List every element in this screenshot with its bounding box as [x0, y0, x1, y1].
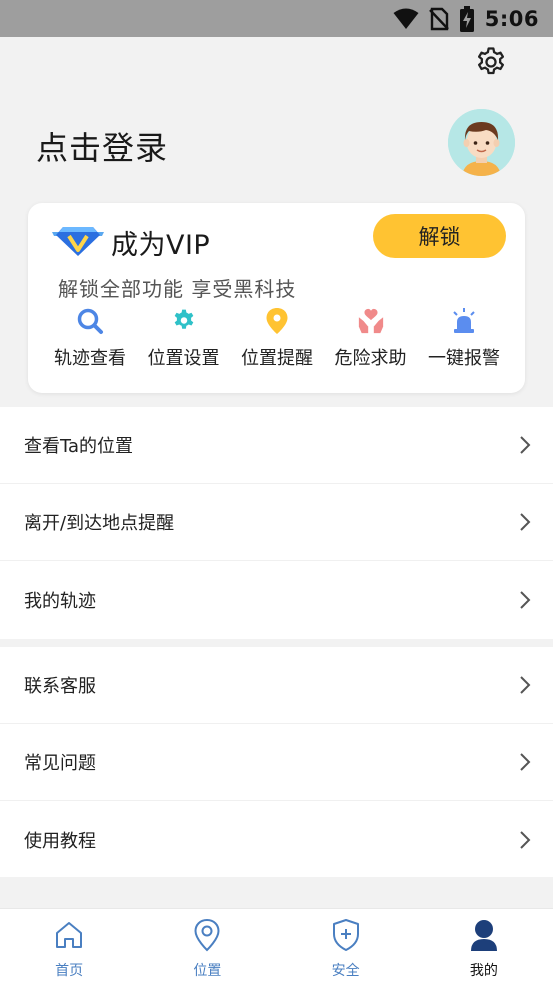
gear-icon [477, 47, 505, 75]
menu-item-label: 联系客服 [24, 676, 96, 697]
status-icons: 5:06 [393, 6, 539, 32]
menu-group-location: 查看Ta的位置 离开/到达地点提醒 我的轨迹 [0, 407, 553, 639]
vip-card: 成为VIP 解锁 解锁全部功能 享受黑科技 轨迹查看 位置设置 位置提醒 危险求… [28, 203, 525, 393]
feature-location-reminder[interactable]: 位置提醒 [233, 307, 321, 370]
tab-label: 首页 [55, 963, 84, 979]
home-icon [56, 922, 83, 948]
tab-label: 安全 [331, 963, 360, 979]
settings-button[interactable] [472, 43, 510, 81]
vip-title: 成为VIP [111, 230, 211, 261]
alarm-light-icon [453, 308, 475, 333]
menu-item-label: 离开/到达地点提醒 [24, 513, 175, 534]
menu-item-label: 查看Ta的位置 [24, 436, 134, 457]
menu-group-support: 联系客服 常见问题 使用教程 [0, 647, 553, 877]
menu-item-faq[interactable]: 常见问题 [0, 724, 553, 801]
chevron-right-icon [520, 830, 531, 849]
menu-item-label: 我的轨迹 [24, 590, 96, 612]
chevron-right-icon [520, 436, 531, 454]
vip-badge-icon [52, 227, 104, 256]
feature-one-key-alarm[interactable]: 一键报警 [420, 307, 508, 370]
bottom-tab-bar: 首页 位置 安全 我的 [0, 908, 553, 983]
person-icon [470, 920, 497, 951]
unlock-button[interactable]: 解锁 [373, 214, 506, 258]
login-prompt[interactable]: 点击登录 [36, 123, 168, 169]
chevron-right-icon [520, 590, 531, 609]
feature-label: 轨迹查看 [54, 348, 126, 369]
no-sim-icon [428, 7, 449, 31]
feature-label: 危险求助 [334, 348, 407, 369]
vip-subtitle: 解锁全部功能 享受黑科技 [58, 277, 297, 301]
status-bar: 5:06 [0, 0, 553, 37]
feature-label: 位置提醒 [241, 348, 313, 369]
avatar-boy-icon [448, 109, 515, 176]
menu-item-tutorial[interactable]: 使用教程 [0, 801, 553, 878]
feature-label: 一键报警 [428, 348, 500, 369]
avatar[interactable] [448, 109, 515, 176]
battery-charging-icon [459, 6, 474, 32]
chevron-right-icon [520, 753, 531, 771]
tab-safety[interactable]: 安全 [277, 909, 415, 983]
tab-label: 我的 [469, 963, 498, 979]
feature-track-view[interactable]: 轨迹查看 [46, 307, 134, 370]
menu-item-label: 常见问题 [24, 753, 96, 774]
gear-icon [174, 309, 193, 329]
tab-label: 位置 [193, 963, 222, 979]
help-hands-icon [358, 308, 383, 334]
feature-label: 位置设置 [147, 348, 220, 369]
menu-item-view-ta-location[interactable]: 查看Ta的位置 [0, 407, 553, 484]
feature-location-settings[interactable]: 位置设置 [140, 307, 228, 370]
location-icon [194, 918, 220, 952]
menu-item-arrive-leave-reminder[interactable]: 离开/到达地点提醒 [0, 484, 553, 561]
menu-item-contact-support[interactable]: 联系客服 [0, 647, 553, 724]
chevron-right-icon [520, 513, 531, 531]
tab-mine[interactable]: 我的 [415, 909, 553, 983]
location-pin-icon [266, 308, 288, 334]
vip-features: 轨迹查看 位置设置 位置提醒 危险求助 一键报警 [46, 307, 508, 370]
feature-danger-help[interactable]: 危险求助 [327, 307, 415, 370]
tab-location[interactable]: 位置 [138, 909, 276, 983]
menu-item-my-track[interactable]: 我的轨迹 [0, 561, 553, 638]
wifi-icon [393, 8, 419, 29]
shield-plus-icon [332, 919, 359, 951]
menu-item-label: 使用教程 [24, 830, 96, 852]
chevron-right-icon [520, 676, 531, 694]
search-icon [77, 308, 103, 334]
status-time: 5:06 [484, 7, 539, 31]
tab-home[interactable]: 首页 [0, 909, 138, 983]
